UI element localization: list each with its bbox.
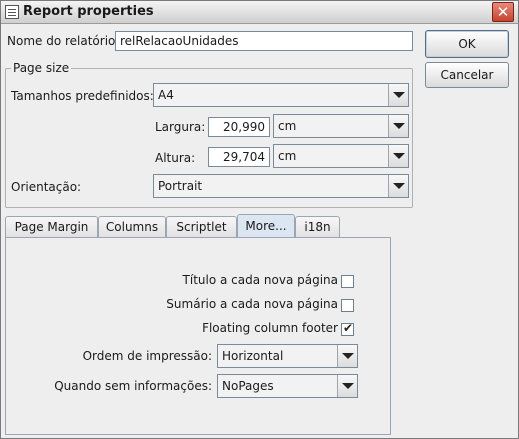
print-order-value: Horizontal bbox=[222, 349, 284, 363]
check-icon: ✔ bbox=[343, 321, 354, 335]
title-each-page-checkbox[interactable] bbox=[341, 275, 354, 288]
when-no-data-label: Quando sem informações: bbox=[54, 379, 212, 393]
floating-footer-label: Floating column footer bbox=[202, 321, 338, 335]
when-no-data-select[interactable]: NoPages bbox=[217, 374, 358, 398]
chevron-down-icon[interactable] bbox=[388, 84, 408, 106]
orientation-label: Orientação: bbox=[11, 180, 82, 194]
height-input[interactable]: 29,704 bbox=[208, 147, 270, 167]
chevron-down-icon[interactable] bbox=[388, 145, 408, 167]
report-name-input[interactable]: relRelacaoUnidades bbox=[115, 31, 413, 51]
ok-button[interactable]: OK bbox=[425, 30, 509, 58]
width-input[interactable]: 20,990 bbox=[208, 117, 270, 137]
preset-size-select[interactable]: A4 bbox=[153, 83, 409, 107]
width-label: Largura: bbox=[155, 120, 206, 134]
page-size-group-label: Page size bbox=[11, 61, 72, 75]
tab-more[interactable]: More... bbox=[237, 214, 295, 238]
floating-footer-checkbox[interactable]: ✔ bbox=[341, 321, 354, 336]
report-properties-window: Report properties ✕ Nome do relatório: r… bbox=[0, 0, 519, 439]
close-button[interactable]: ✕ bbox=[492, 2, 514, 22]
tab-scriptlet[interactable]: Scriptlet bbox=[166, 216, 237, 238]
chevron-down-icon[interactable] bbox=[388, 115, 408, 137]
tab-page-margin[interactable]: Page Margin bbox=[5, 216, 98, 238]
width-unit-value: cm bbox=[278, 119, 297, 133]
dialog-content: Nome do relatório: relRelacaoUnidades OK… bbox=[1, 24, 518, 438]
chevron-down-icon[interactable] bbox=[337, 375, 357, 397]
print-order-select[interactable]: Horizontal bbox=[217, 344, 358, 368]
when-no-data-value: NoPages bbox=[222, 379, 274, 393]
tab-i18n[interactable]: i18n bbox=[295, 216, 340, 238]
preset-size-label: Tamanhos predefinidos: bbox=[11, 89, 154, 103]
window-title: Report properties bbox=[23, 4, 154, 19]
print-order-label: Ordem de impressão: bbox=[82, 349, 212, 363]
preset-size-value: A4 bbox=[158, 88, 174, 102]
window-icon bbox=[5, 5, 19, 19]
orientation-value: Portrait bbox=[158, 179, 203, 193]
height-unit-select[interactable]: cm bbox=[273, 144, 409, 168]
chevron-down-icon[interactable] bbox=[388, 175, 408, 197]
orientation-select[interactable]: Portrait bbox=[153, 174, 409, 198]
height-unit-value: cm bbox=[278, 149, 297, 163]
chevron-down-icon[interactable] bbox=[337, 345, 357, 367]
height-label: Altura: bbox=[155, 151, 196, 165]
summary-each-page-label: Sumário a cada nova página bbox=[166, 297, 338, 311]
title-bar: Report properties ✕ bbox=[1, 1, 518, 24]
close-icon: ✕ bbox=[496, 3, 510, 21]
report-name-label: Nome do relatório: bbox=[7, 34, 120, 48]
summary-each-page-checkbox[interactable] bbox=[341, 299, 354, 312]
width-unit-select[interactable]: cm bbox=[273, 114, 409, 138]
cancel-button[interactable]: Cancelar bbox=[425, 62, 509, 88]
tab-columns[interactable]: Columns bbox=[98, 216, 166, 238]
title-each-page-label: Título a cada nova página bbox=[182, 273, 338, 287]
more-tab-panel: Título a cada nova página Sumário a cada… bbox=[5, 237, 391, 435]
